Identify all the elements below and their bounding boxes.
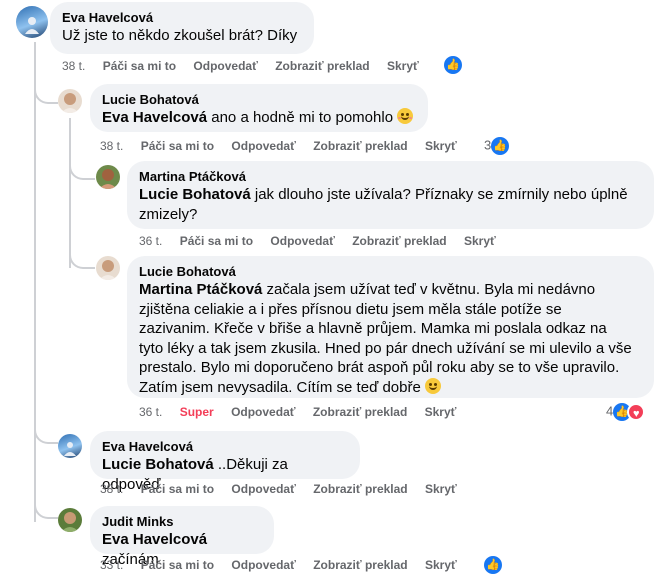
- reply-button[interactable]: Odpovedať: [231, 139, 295, 153]
- like-button[interactable]: Páči sa mi to: [180, 234, 253, 248]
- comment-actions: 38 t. Páči sa mi to Odpovedať Zobraziť p…: [62, 59, 433, 73]
- avatar-portrait-icon: [99, 260, 117, 280]
- avatar[interactable]: [16, 6, 48, 38]
- reply-button[interactable]: Odpovedať: [270, 234, 334, 248]
- mention-link[interactable]: Eva Havelcová: [102, 109, 207, 126]
- comment-actions: 38 t. Páči sa mi to Odpovedať Zobraziť p…: [100, 482, 471, 496]
- super-reaction-button[interactable]: Super: [180, 405, 214, 419]
- thread-curve-5: [34, 495, 58, 519]
- comment-author[interactable]: Lucie Bohatová: [139, 264, 642, 280]
- avatar-portrait-icon: [99, 169, 117, 189]
- reply-button[interactable]: Odpovedať: [193, 59, 257, 73]
- like-button[interactable]: Páči sa mi to: [103, 59, 176, 73]
- comment-author[interactable]: Eva Havelcová: [62, 10, 302, 26]
- comment-author[interactable]: Lucie Bohatová: [102, 92, 416, 108]
- avatar-figure-icon: [25, 17, 39, 34]
- comment-actions: 36 t. Páči sa mi to Odpovedať Zobraziť p…: [139, 234, 510, 248]
- timestamp[interactable]: 38 t.: [62, 59, 85, 73]
- smiling-face-icon: [425, 377, 441, 394]
- hide-button[interactable]: Skryť: [464, 234, 496, 248]
- reaction-count: 4: [606, 403, 614, 419]
- comment-actions: 33 t. Páči sa mi to Odpovedať Zobraziť p…: [100, 558, 471, 572]
- comment-actions: 38 t. Páči sa mi to Odpovedať Zobraziť p…: [100, 139, 471, 153]
- mention-link[interactable]: Eva Havelcová: [102, 531, 207, 548]
- timestamp[interactable]: 36 t.: [139, 234, 162, 248]
- timestamp[interactable]: 38 t.: [100, 139, 123, 153]
- comment-text: Martina Ptáčková začala jsem užívat teď …: [139, 281, 632, 396]
- timestamp[interactable]: 38 t.: [100, 482, 123, 496]
- avatar[interactable]: [58, 434, 82, 458]
- avatar-portrait-icon: [61, 512, 79, 532]
- comment-actions: 36 t. Super Odpovedať Zobraziť preklad S…: [139, 405, 470, 419]
- comment-bubble: Lucie Bohatová Martina Ptáčková začala j…: [127, 256, 654, 398]
- reaction-summary[interactable]: 👍: [484, 556, 502, 574]
- comment-author[interactable]: Judit Minks: [102, 514, 262, 530]
- reaction-summary[interactable]: 👍: [444, 56, 462, 74]
- comment-bubble: Martina Ptáčková Lucie Bohatová jak dlou…: [127, 161, 654, 229]
- avatar[interactable]: [96, 256, 120, 280]
- thread-line-root: [34, 42, 36, 522]
- reply-button[interactable]: Odpovedať: [231, 405, 295, 419]
- thread-curve-2: [69, 156, 95, 180]
- reaction-count: 3: [484, 137, 492, 153]
- thumbs-up-icon: 👍: [484, 556, 502, 574]
- like-button[interactable]: Páči sa mi to: [141, 482, 214, 496]
- thumbs-up-icon: 👍: [491, 137, 510, 155]
- comment-bubble: Lucie Bohatová Eva Havelcová ano a hodně…: [90, 84, 428, 132]
- hide-button[interactable]: Skryť: [387, 59, 419, 73]
- comment-bubble: Judit Minks Eva Havelcová začínám: [90, 506, 274, 568]
- timestamp[interactable]: 36 t.: [139, 405, 162, 419]
- translate-button[interactable]: Zobraziť preklad: [313, 482, 407, 496]
- comment-text: Eva Havelcová ano a hodně mi to pomohlo: [102, 108, 414, 126]
- mention-link[interactable]: Lucie Bohatová: [102, 456, 214, 473]
- reaction-summary[interactable]: 3 👍: [484, 137, 510, 155]
- reply-button[interactable]: Odpovedať: [231, 482, 295, 496]
- comment-bubble: Eva Havelcová Lucie Bohatová ..Děkuji za…: [90, 431, 360, 493]
- thread-curve-1: [34, 80, 58, 104]
- avatar-portrait-icon: [61, 93, 79, 113]
- hide-button[interactable]: Skryť: [425, 558, 457, 572]
- hide-button[interactable]: Skryť: [425, 405, 457, 419]
- thumbs-up-icon: 👍: [444, 56, 462, 74]
- timestamp[interactable]: 33 t.: [100, 558, 123, 572]
- like-button[interactable]: Páči sa mi to: [141, 558, 214, 572]
- reply-button[interactable]: Odpovedať: [231, 558, 295, 572]
- reaction-summary[interactable]: 4 👍 ♥: [606, 403, 646, 421]
- avatar[interactable]: [58, 89, 82, 113]
- heart-icon: ♥: [627, 403, 646, 421]
- comment-author[interactable]: Martina Ptáčková: [139, 169, 642, 185]
- translate-button[interactable]: Zobraziť preklad: [313, 558, 407, 572]
- thread-curve-4: [34, 420, 58, 444]
- hide-button[interactable]: Skryť: [425, 139, 457, 153]
- mention-link[interactable]: Lucie Bohatová: [139, 186, 251, 203]
- mention-link[interactable]: Martina Ptáčková: [139, 281, 262, 298]
- comment-author[interactable]: Eva Havelcová: [102, 439, 348, 455]
- comment-bubble: Eva Havelcová Už jste to někdo zkoušel b…: [50, 2, 314, 54]
- like-button[interactable]: Páči sa mi to: [141, 139, 214, 153]
- comment-text: Lucie Bohatová jak dlouho jste užívala? …: [139, 186, 628, 223]
- translate-button[interactable]: Zobraziť preklad: [313, 405, 407, 419]
- avatar[interactable]: [58, 508, 82, 532]
- translate-button[interactable]: Zobraziť preklad: [352, 234, 446, 248]
- comment-text: Už jste to někdo zkoušel brát? Díky: [62, 27, 298, 44]
- smiling-face-icon: [397, 108, 414, 124]
- translate-button[interactable]: Zobraziť preklad: [313, 139, 407, 153]
- translate-button[interactable]: Zobraziť preklad: [275, 59, 369, 73]
- thread-curve-3: [69, 245, 95, 269]
- avatar[interactable]: [96, 165, 120, 189]
- hide-button[interactable]: Skryť: [425, 482, 457, 496]
- avatar-figure-icon: [64, 442, 76, 456]
